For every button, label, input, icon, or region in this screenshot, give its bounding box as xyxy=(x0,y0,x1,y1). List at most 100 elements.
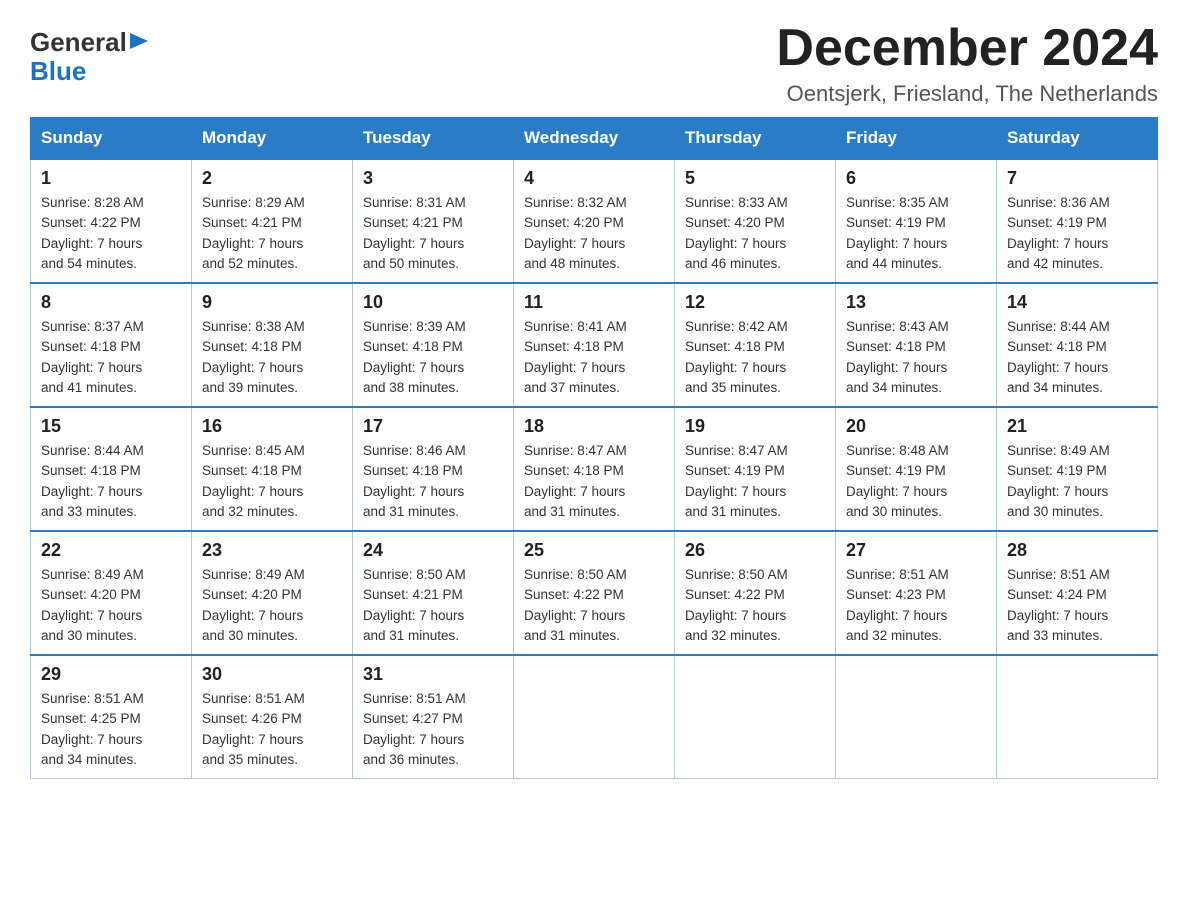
day-number: 16 xyxy=(202,416,342,437)
table-row: 31 Sunrise: 8:51 AMSunset: 4:27 PMDaylig… xyxy=(353,655,514,779)
day-info: Sunrise: 8:36 AMSunset: 4:19 PMDaylight:… xyxy=(1007,195,1110,271)
day-number: 18 xyxy=(524,416,664,437)
calendar-week-row: 8 Sunrise: 8:37 AMSunset: 4:18 PMDayligh… xyxy=(31,283,1158,407)
day-info: Sunrise: 8:51 AMSunset: 4:26 PMDaylight:… xyxy=(202,691,305,767)
table-row: 18 Sunrise: 8:47 AMSunset: 4:18 PMDaylig… xyxy=(514,407,675,531)
day-info: Sunrise: 8:37 AMSunset: 4:18 PMDaylight:… xyxy=(41,319,144,395)
day-number: 22 xyxy=(41,540,181,561)
table-row: 24 Sunrise: 8:50 AMSunset: 4:21 PMDaylig… xyxy=(353,531,514,655)
day-number: 29 xyxy=(41,664,181,685)
table-row xyxy=(836,655,997,779)
table-row: 11 Sunrise: 8:41 AMSunset: 4:18 PMDaylig… xyxy=(514,283,675,407)
logo-arrow-icon xyxy=(130,33,148,54)
table-row: 23 Sunrise: 8:49 AMSunset: 4:20 PMDaylig… xyxy=(192,531,353,655)
day-info: Sunrise: 8:51 AMSunset: 4:24 PMDaylight:… xyxy=(1007,567,1110,643)
col-sunday: Sunday xyxy=(31,118,192,160)
day-number: 26 xyxy=(685,540,825,561)
day-info: Sunrise: 8:46 AMSunset: 4:18 PMDaylight:… xyxy=(363,443,466,519)
table-row xyxy=(675,655,836,779)
day-info: Sunrise: 8:42 AMSunset: 4:18 PMDaylight:… xyxy=(685,319,788,395)
table-row: 1 Sunrise: 8:28 AMSunset: 4:22 PMDayligh… xyxy=(31,159,192,283)
day-number: 24 xyxy=(363,540,503,561)
day-number: 1 xyxy=(41,168,181,189)
calendar-header-row: Sunday Monday Tuesday Wednesday Thursday… xyxy=(31,118,1158,160)
day-number: 13 xyxy=(846,292,986,313)
day-number: 19 xyxy=(685,416,825,437)
day-number: 7 xyxy=(1007,168,1147,189)
day-info: Sunrise: 8:51 AMSunset: 4:25 PMDaylight:… xyxy=(41,691,144,767)
table-row: 27 Sunrise: 8:51 AMSunset: 4:23 PMDaylig… xyxy=(836,531,997,655)
day-number: 10 xyxy=(363,292,503,313)
table-row: 7 Sunrise: 8:36 AMSunset: 4:19 PMDayligh… xyxy=(997,159,1158,283)
table-row: 21 Sunrise: 8:49 AMSunset: 4:19 PMDaylig… xyxy=(997,407,1158,531)
day-info: Sunrise: 8:35 AMSunset: 4:19 PMDaylight:… xyxy=(846,195,949,271)
table-row: 10 Sunrise: 8:39 AMSunset: 4:18 PMDaylig… xyxy=(353,283,514,407)
logo: General Blue xyxy=(30,28,148,85)
col-wednesday: Wednesday xyxy=(514,118,675,160)
day-info: Sunrise: 8:47 AMSunset: 4:19 PMDaylight:… xyxy=(685,443,788,519)
table-row xyxy=(514,655,675,779)
month-title: December 2024 xyxy=(776,20,1158,77)
table-row: 28 Sunrise: 8:51 AMSunset: 4:24 PMDaylig… xyxy=(997,531,1158,655)
page-header: General Blue December 2024 Oentsjerk, Fr… xyxy=(30,20,1158,107)
day-number: 30 xyxy=(202,664,342,685)
day-number: 21 xyxy=(1007,416,1147,437)
day-number: 4 xyxy=(524,168,664,189)
table-row: 15 Sunrise: 8:44 AMSunset: 4:18 PMDaylig… xyxy=(31,407,192,531)
day-number: 5 xyxy=(685,168,825,189)
day-info: Sunrise: 8:49 AMSunset: 4:20 PMDaylight:… xyxy=(202,567,305,643)
day-number: 6 xyxy=(846,168,986,189)
day-info: Sunrise: 8:50 AMSunset: 4:22 PMDaylight:… xyxy=(524,567,627,643)
col-thursday: Thursday xyxy=(675,118,836,160)
title-block: December 2024 Oentsjerk, Friesland, The … xyxy=(776,20,1158,107)
table-row: 29 Sunrise: 8:51 AMSunset: 4:25 PMDaylig… xyxy=(31,655,192,779)
day-info: Sunrise: 8:50 AMSunset: 4:21 PMDaylight:… xyxy=(363,567,466,643)
day-number: 25 xyxy=(524,540,664,561)
day-info: Sunrise: 8:33 AMSunset: 4:20 PMDaylight:… xyxy=(685,195,788,271)
table-row: 22 Sunrise: 8:49 AMSunset: 4:20 PMDaylig… xyxy=(31,531,192,655)
day-info: Sunrise: 8:38 AMSunset: 4:18 PMDaylight:… xyxy=(202,319,305,395)
logo-general-text: General xyxy=(30,28,127,57)
day-number: 23 xyxy=(202,540,342,561)
day-info: Sunrise: 8:39 AMSunset: 4:18 PMDaylight:… xyxy=(363,319,466,395)
table-row: 2 Sunrise: 8:29 AMSunset: 4:21 PMDayligh… xyxy=(192,159,353,283)
table-row: 3 Sunrise: 8:31 AMSunset: 4:21 PMDayligh… xyxy=(353,159,514,283)
day-info: Sunrise: 8:48 AMSunset: 4:19 PMDaylight:… xyxy=(846,443,949,519)
day-info: Sunrise: 8:49 AMSunset: 4:19 PMDaylight:… xyxy=(1007,443,1110,519)
table-row: 14 Sunrise: 8:44 AMSunset: 4:18 PMDaylig… xyxy=(997,283,1158,407)
col-saturday: Saturday xyxy=(997,118,1158,160)
day-number: 15 xyxy=(41,416,181,437)
table-row: 17 Sunrise: 8:46 AMSunset: 4:18 PMDaylig… xyxy=(353,407,514,531)
calendar-week-row: 29 Sunrise: 8:51 AMSunset: 4:25 PMDaylig… xyxy=(31,655,1158,779)
day-info: Sunrise: 8:44 AMSunset: 4:18 PMDaylight:… xyxy=(1007,319,1110,395)
table-row: 9 Sunrise: 8:38 AMSunset: 4:18 PMDayligh… xyxy=(192,283,353,407)
col-monday: Monday xyxy=(192,118,353,160)
table-row: 26 Sunrise: 8:50 AMSunset: 4:22 PMDaylig… xyxy=(675,531,836,655)
table-row: 25 Sunrise: 8:50 AMSunset: 4:22 PMDaylig… xyxy=(514,531,675,655)
day-number: 11 xyxy=(524,292,664,313)
day-info: Sunrise: 8:29 AMSunset: 4:21 PMDaylight:… xyxy=(202,195,305,271)
table-row: 13 Sunrise: 8:43 AMSunset: 4:18 PMDaylig… xyxy=(836,283,997,407)
calendar-week-row: 22 Sunrise: 8:49 AMSunset: 4:20 PMDaylig… xyxy=(31,531,1158,655)
day-number: 17 xyxy=(363,416,503,437)
day-number: 31 xyxy=(363,664,503,685)
day-info: Sunrise: 8:44 AMSunset: 4:18 PMDaylight:… xyxy=(41,443,144,519)
day-info: Sunrise: 8:51 AMSunset: 4:23 PMDaylight:… xyxy=(846,567,949,643)
calendar-week-row: 1 Sunrise: 8:28 AMSunset: 4:22 PMDayligh… xyxy=(31,159,1158,283)
day-info: Sunrise: 8:31 AMSunset: 4:21 PMDaylight:… xyxy=(363,195,466,271)
day-number: 20 xyxy=(846,416,986,437)
day-number: 3 xyxy=(363,168,503,189)
day-info: Sunrise: 8:51 AMSunset: 4:27 PMDaylight:… xyxy=(363,691,466,767)
location-title: Oentsjerk, Friesland, The Netherlands xyxy=(776,81,1158,107)
table-row: 30 Sunrise: 8:51 AMSunset: 4:26 PMDaylig… xyxy=(192,655,353,779)
day-info: Sunrise: 8:32 AMSunset: 4:20 PMDaylight:… xyxy=(524,195,627,271)
table-row: 4 Sunrise: 8:32 AMSunset: 4:20 PMDayligh… xyxy=(514,159,675,283)
table-row: 5 Sunrise: 8:33 AMSunset: 4:20 PMDayligh… xyxy=(675,159,836,283)
day-info: Sunrise: 8:41 AMSunset: 4:18 PMDaylight:… xyxy=(524,319,627,395)
day-info: Sunrise: 8:47 AMSunset: 4:18 PMDaylight:… xyxy=(524,443,627,519)
table-row: 16 Sunrise: 8:45 AMSunset: 4:18 PMDaylig… xyxy=(192,407,353,531)
day-number: 12 xyxy=(685,292,825,313)
day-number: 14 xyxy=(1007,292,1147,313)
col-tuesday: Tuesday xyxy=(353,118,514,160)
day-info: Sunrise: 8:50 AMSunset: 4:22 PMDaylight:… xyxy=(685,567,788,643)
